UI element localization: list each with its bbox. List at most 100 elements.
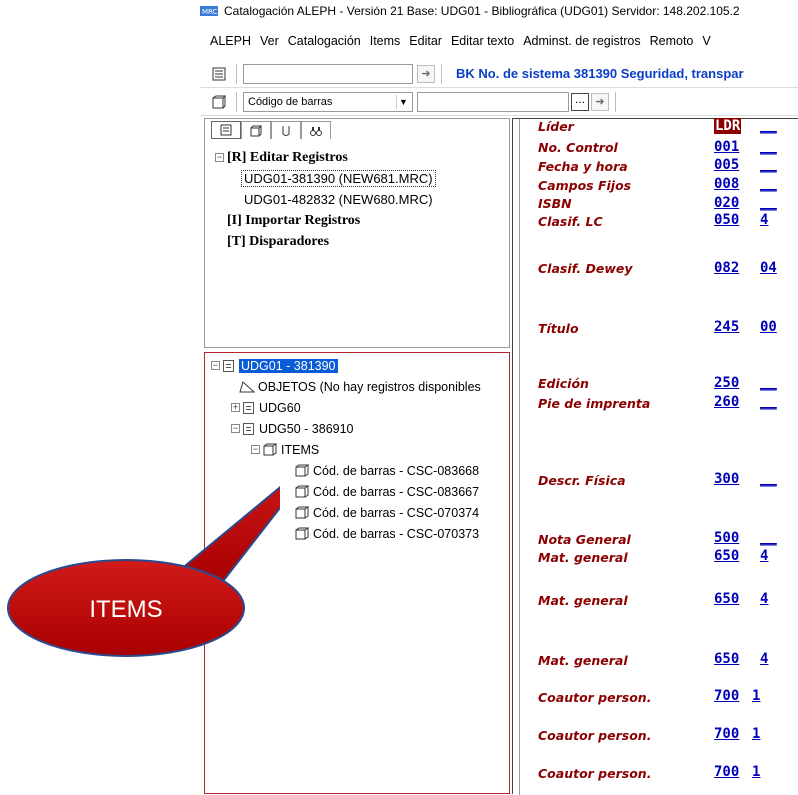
field-ind-050[interactable]: 4 xyxy=(760,212,768,228)
tree-node-udg50[interactable]: − UDG50 - 386910 xyxy=(231,418,354,439)
toolbar-divider xyxy=(236,63,237,84)
field-ind-020[interactable]: __ xyxy=(760,195,777,211)
field-tag-050[interactable]: 050 xyxy=(714,212,739,228)
expand-icon[interactable]: + xyxy=(231,403,240,412)
tree-node-barcode-3[interactable]: Cód. de barras - CSC-070374 xyxy=(295,502,479,523)
field-tag-500[interactable]: 500 xyxy=(714,530,739,546)
menu-aleph[interactable]: ALEPH xyxy=(210,34,251,54)
item-box-icon xyxy=(212,95,226,108)
arrow-right-icon: ➜ xyxy=(421,68,431,80)
field-ind-500[interactable]: __ xyxy=(760,530,777,546)
tree-node-objetos[interactable]: OBJETOS (No hay registros disponibles xyxy=(239,376,481,397)
collapse-icon[interactable]: − xyxy=(231,424,240,433)
go-arrow-button[interactable]: ➜ xyxy=(417,64,435,83)
field-ind-700-1[interactable]: 1 xyxy=(752,688,760,704)
tree-node-items[interactable]: − ITEMS xyxy=(251,439,319,460)
menu-editar-texto[interactable]: Editar texto xyxy=(451,34,514,54)
field-ind-650-2[interactable]: 4 xyxy=(760,591,768,607)
tab-records[interactable] xyxy=(211,121,241,139)
binoculars-icon xyxy=(310,126,322,136)
field-label-titulo: Título xyxy=(538,321,579,336)
menu-bar: ALEPH Ver Catalogación Items Editar Edit… xyxy=(210,34,711,54)
field-label-nota-general: Nota General xyxy=(538,532,631,547)
record-number-input[interactable] xyxy=(243,63,413,84)
field-ind-ldr[interactable]: __ xyxy=(760,118,777,134)
barcode-input[interactable] xyxy=(417,91,569,112)
field-tag-020[interactable]: 020 xyxy=(714,195,739,211)
collapse-icon[interactable]: − xyxy=(251,445,260,454)
field-ind-700-2[interactable]: 1 xyxy=(752,726,760,742)
menu-v[interactable]: V xyxy=(702,34,710,54)
collapse-icon[interactable]: − xyxy=(215,153,224,162)
go-arrow-button-2[interactable]: ➜ xyxy=(591,92,609,111)
field-ind-260[interactable]: __ xyxy=(760,394,777,410)
field-tag-700-2[interactable]: 700 xyxy=(714,726,739,742)
tree-node-udg01[interactable]: − UDG01 - 381390 xyxy=(211,355,338,376)
trigger-icon xyxy=(282,125,290,136)
field-ind-300[interactable]: __ xyxy=(760,471,777,487)
toolbar-divider xyxy=(236,91,237,112)
field-ind-008[interactable]: __ xyxy=(760,176,777,192)
tree-node-importar[interactable]: [I] Importar Registros xyxy=(215,210,509,231)
field-tag-082[interactable]: 082 xyxy=(714,260,739,276)
tree-label-disparadores: [T] Disparadores xyxy=(227,233,330,249)
marc-editor-panel: Líder LDR __ No. Control 001 __ Fecha y … xyxy=(512,118,798,795)
toolbar-divider xyxy=(615,91,616,112)
tree-node-editar-registros[interactable]: − [R] Editar Registros xyxy=(215,147,509,168)
search-type-select[interactable]: Código de barras ▼ xyxy=(243,91,413,112)
field-tag-650-1[interactable]: 650 xyxy=(714,548,739,564)
field-tag-008[interactable]: 008 xyxy=(714,176,739,192)
menu-items[interactable]: Items xyxy=(370,34,401,54)
tree-node-disparadores[interactable]: [T] Disparadores xyxy=(215,231,509,252)
menu-catalogacion[interactable]: Catalogación xyxy=(288,34,361,54)
browse-button[interactable]: ... xyxy=(571,92,589,111)
item-icon-button[interactable] xyxy=(208,91,230,113)
tree-node-udg60[interactable]: + UDG60 xyxy=(231,397,301,418)
tab-items[interactable] xyxy=(241,121,271,139)
panel-tabs xyxy=(205,119,509,141)
tab-search[interactable] xyxy=(301,121,331,139)
search-type-value: Código de barras xyxy=(248,95,333,108)
field-tag-245[interactable]: 245 xyxy=(714,319,739,335)
field-tag-650-3[interactable]: 650 xyxy=(714,651,739,667)
triangle-icon xyxy=(239,380,255,392)
tree-node-barcode-4[interactable]: Cód. de barras - CSC-070373 xyxy=(295,523,479,544)
tree-node-record-2[interactable]: UDG01-482832 (NEW680.MRC) xyxy=(215,189,509,210)
field-tag-001[interactable]: 001 xyxy=(714,139,739,155)
tree-node-record-1[interactable]: UDG01-381390 (NEW681.MRC) xyxy=(215,168,509,189)
field-tag-650-2[interactable]: 650 xyxy=(714,591,739,607)
field-tag-260[interactable]: 260 xyxy=(714,394,739,410)
field-label-fecha-hora: Fecha y hora xyxy=(538,159,628,174)
tab-triggers[interactable] xyxy=(271,121,301,139)
collapse-icon[interactable]: − xyxy=(211,361,220,370)
field-label-mat-general-3: Mat. general xyxy=(538,653,628,668)
tree-node-barcode-1[interactable]: Cód. de barras - CSC-083668 xyxy=(295,460,479,481)
field-ind-005[interactable]: __ xyxy=(760,157,777,173)
menu-ver[interactable]: Ver xyxy=(260,34,279,54)
field-ind-650-1[interactable]: 4 xyxy=(760,548,768,564)
field-tag-ldr[interactable]: LDR xyxy=(714,118,742,134)
field-ind-082[interactable]: 04 xyxy=(760,260,777,276)
field-ind-700-3[interactable]: 1 xyxy=(752,764,760,780)
field-label-no-control: No. Control xyxy=(538,140,618,155)
item-box-icon xyxy=(263,443,277,456)
tree-label-record-2: UDG01-482832 (NEW680.MRC) xyxy=(244,192,433,207)
tree-node-barcode-2[interactable]: Cód. de barras - CSC-083667 xyxy=(295,481,479,502)
field-tag-300[interactable]: 300 xyxy=(714,471,739,487)
tree-label-editar-registros: [R] Editar Registros xyxy=(227,149,348,165)
field-tag-250[interactable]: 250 xyxy=(714,375,739,391)
field-tag-700-3[interactable]: 700 xyxy=(714,764,739,780)
field-tag-700-1[interactable]: 700 xyxy=(714,688,739,704)
item-box-icon xyxy=(295,464,309,477)
menu-editar[interactable]: Editar xyxy=(409,34,442,54)
menu-remoto[interactable]: Remoto xyxy=(650,34,694,54)
record-icon-button[interactable] xyxy=(208,63,230,85)
field-ind-650-3[interactable]: 4 xyxy=(760,651,768,667)
field-tag-005[interactable]: 005 xyxy=(714,157,739,173)
field-ind-250[interactable]: __ xyxy=(760,375,777,391)
edit-records-tree: − [R] Editar Registros UDG01-381390 (NEW… xyxy=(205,147,509,252)
field-ind-001[interactable]: __ xyxy=(760,139,777,155)
field-ind-245[interactable]: 00 xyxy=(760,319,777,335)
menu-adminst-registros[interactable]: Adminst. de registros xyxy=(523,34,640,54)
record-icon xyxy=(243,422,254,435)
